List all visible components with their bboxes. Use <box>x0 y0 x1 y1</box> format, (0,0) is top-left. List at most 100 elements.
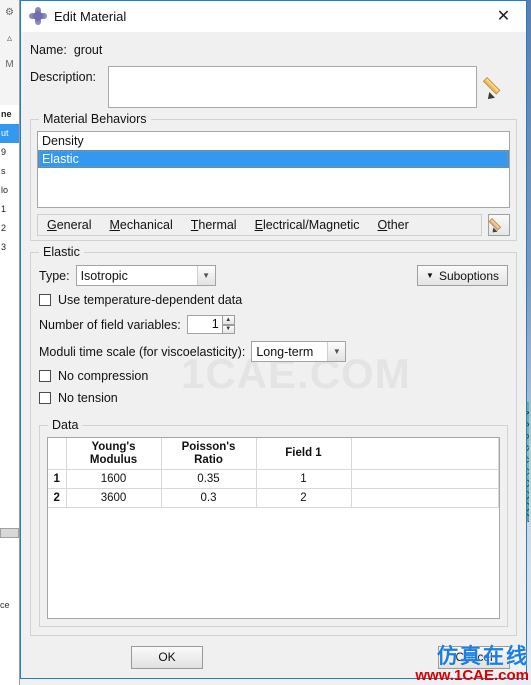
menu-electrical-rest: lectrical/Magnetic <box>262 218 360 232</box>
field-variables-label: Number of field variables: <box>39 317 181 332</box>
no-tension-row[interactable]: No tension <box>39 391 508 405</box>
close-icon[interactable]: ✕ <box>481 2 526 31</box>
chevron-down-icon: ▼ <box>426 271 434 280</box>
column-header-line1: Field 1 <box>285 447 322 459</box>
cancel-button[interactable]: Cancel <box>438 645 510 669</box>
suboptions-button[interactable]: ▼ Suboptions <box>417 265 508 286</box>
chevron-down-icon[interactable]: ▼ <box>196 266 215 285</box>
elastic-data-table[interactable]: Young's Modulus Poisson's Ratio Field 1 <box>48 438 499 508</box>
data-group: Data Young's Modulus Poisson's Ratio Fie… <box>39 418 508 627</box>
cell-filler <box>351 488 499 508</box>
stepper-up-icon[interactable]: ▲ <box>221 315 235 325</box>
elastic-type-select[interactable]: Isotropic ▼ <box>75 265 216 286</box>
cell-field-1[interactable]: 2 <box>256 488 352 508</box>
background-tree-row: 2 <box>1 223 7 233</box>
menu-electrical-magnetic[interactable]: Electrical/Magnetic <box>246 218 369 232</box>
background-tree-row: ne <box>1 109 12 119</box>
menu-mechanical-rest: echanical <box>119 218 173 232</box>
column-header-poissons-ratio: Poisson's Ratio <box>161 438 257 470</box>
menu-mechanical[interactable]: Mechanical <box>100 218 181 232</box>
menu-thermal[interactable]: Thermal <box>182 218 246 232</box>
column-header-line2: Modulus <box>89 453 138 466</box>
behavior-edit-button[interactable] <box>488 214 510 236</box>
column-header-youngs-modulus: Young's Modulus <box>66 438 162 470</box>
description-input[interactable] <box>108 66 477 108</box>
menu-other-mnemonic: O <box>377 218 388 232</box>
field-variables-stepper[interactable]: 1 ▲ ▼ <box>186 315 235 334</box>
cell-filler <box>351 469 499 489</box>
elastic-group: Elastic ▼ Suboptions Type: Isotropic ▼ U… <box>30 245 517 636</box>
background-tree-row: 9 <box>1 147 7 157</box>
elastic-legend: Elastic <box>39 245 84 259</box>
behavior-menu-row: General Mechanical Thermal Electrical/Ma… <box>37 214 510 236</box>
column-header-line2: Ratio <box>194 453 223 466</box>
dialog-footer: OK Cancel <box>21 636 526 678</box>
edit-material-dialog: Edit Material ✕ 1CAE.COM Name: grout Des… <box>20 0 527 679</box>
stepper-buttons[interactable]: ▲ ▼ <box>221 315 235 334</box>
background-status-text: ce <box>0 600 10 610</box>
cell-youngs-modulus[interactable]: 1600 <box>66 469 162 489</box>
no-compression-row[interactable]: No compression <box>39 369 508 383</box>
table-row[interactable]: 2 3600 0.3 2 <box>48 488 499 508</box>
data-table-wrapper[interactable]: Young's Modulus Poisson's Ratio Field 1 <box>47 437 500 619</box>
stepper-down-icon[interactable]: ▼ <box>221 324 235 334</box>
menu-general[interactable]: General <box>38 218 100 232</box>
background-icon-3: M <box>5 59 14 70</box>
material-behaviors-group: Material Behaviors Density Elastic Gener… <box>30 112 517 241</box>
behavior-menubar[interactable]: General Mechanical Thermal Electrical/Ma… <box>37 214 482 236</box>
table-corner-cell <box>48 438 67 470</box>
cell-youngs-modulus[interactable]: 3600 <box>66 488 162 508</box>
background-tree-row: lo <box>1 185 9 195</box>
elastic-type-label: Type: <box>39 268 70 283</box>
background-icon-1: ⚙ <box>5 7 14 18</box>
cell-poissons-ratio[interactable]: 0.35 <box>161 469 257 489</box>
no-compression-label: No compression <box>58 369 149 383</box>
elastic-type-value: Isotropic <box>80 268 128 283</box>
menu-other[interactable]: Other <box>369 218 418 232</box>
description-label: Description: <box>30 70 96 84</box>
moduli-time-scale-row: Moduli time scale (for viscoelasticity):… <box>39 341 508 362</box>
description-edit-button[interactable] <box>477 66 517 108</box>
material-behaviors-legend: Material Behaviors <box>39 112 151 126</box>
background-tree-row-selected: ut <box>0 124 19 143</box>
abaqus-diamond-icon <box>29 7 47 25</box>
use-temp-dependent-checkbox[interactable] <box>39 294 51 306</box>
material-name-row: Name: grout <box>30 37 517 63</box>
ok-button[interactable]: OK <box>131 645 203 669</box>
field-variables-input[interactable]: 1 <box>186 315 223 334</box>
cell-field-1[interactable]: 1 <box>256 469 352 489</box>
table-filler-cell <box>351 438 499 470</box>
menu-general-mnemonic: G <box>47 218 57 232</box>
no-tension-checkbox[interactable] <box>39 392 51 404</box>
table-row[interactable]: 1 1600 0.35 1 <box>48 469 499 489</box>
material-behaviors-list[interactable]: Density Elastic <box>37 131 510 208</box>
list-item-density[interactable]: Density <box>38 132 509 150</box>
moduli-time-scale-select[interactable]: Long-term ▼ <box>251 341 347 362</box>
moduli-time-scale-value: Long-term <box>256 344 314 359</box>
column-header-line1: Poisson's <box>181 440 236 453</box>
cell-poissons-ratio[interactable]: 0.3 <box>161 488 257 508</box>
background-tree-row: 3 <box>1 242 7 252</box>
background-toolbar-icons: ⚙ ▵ M <box>0 0 19 105</box>
material-name-value: grout <box>73 43 103 57</box>
pencil-eraser-icon <box>488 216 508 235</box>
background-left-panel: ⚙ ▵ M ne ut 9 s lo 1 2 3 ce <box>0 0 20 685</box>
list-item-elastic[interactable]: Elastic <box>38 150 509 168</box>
chevron-down-icon[interactable]: ▼ <box>327 342 346 361</box>
suboptions-label: Suboptions <box>438 268 499 283</box>
dialog-titlebar[interactable]: Edit Material ✕ <box>21 1 526 32</box>
no-compression-checkbox[interactable] <box>39 370 51 382</box>
menu-thermal-rest: hermal <box>198 218 237 232</box>
background-icon-2: ▵ <box>6 33 13 44</box>
background-scrollbar[interactable] <box>0 528 19 538</box>
menu-other-rest: ther <box>387 218 409 232</box>
row-index: 1 <box>48 469 67 489</box>
use-temp-dependent-row[interactable]: Use temperature-dependent data <box>39 293 508 307</box>
dialog-body: 1CAE.COM Name: grout Description: Materi… <box>21 32 526 636</box>
description-row: Description: <box>30 66 517 108</box>
table-header-row: Young's Modulus Poisson's Ratio Field 1 <box>48 438 499 470</box>
background-tree-row: s <box>1 166 6 176</box>
dialog-title: Edit Material <box>54 8 127 24</box>
data-legend: Data <box>48 418 83 432</box>
material-name-label: Name: <box>30 43 67 57</box>
